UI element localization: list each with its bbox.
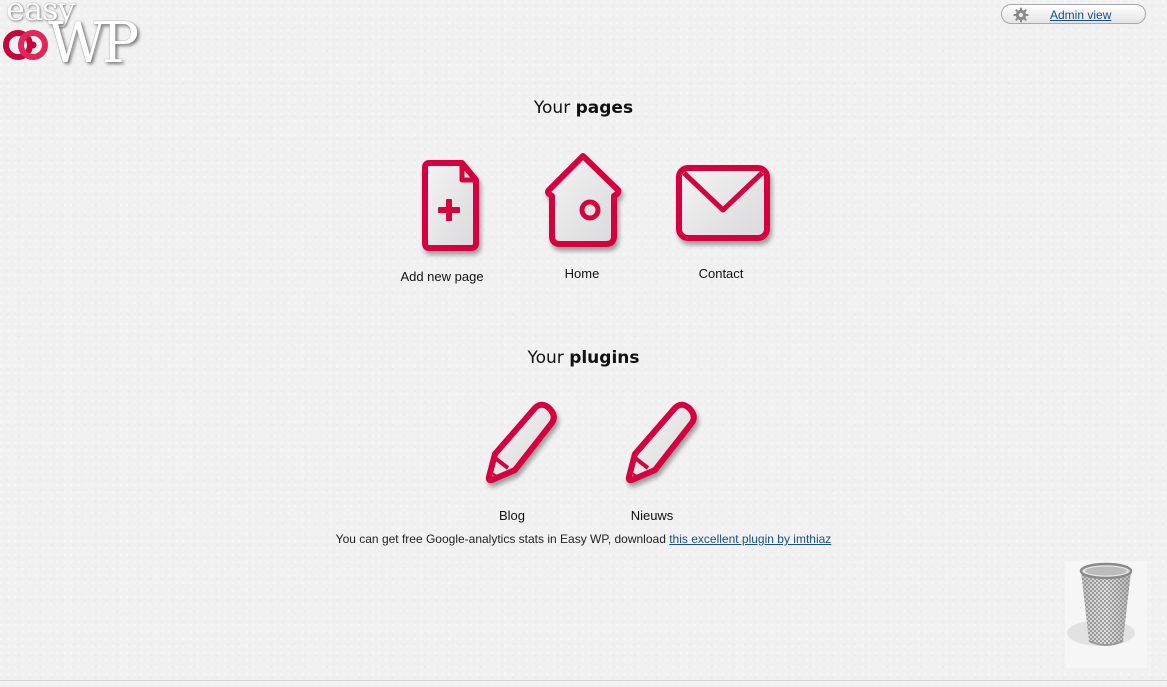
bottom-divider bbox=[0, 680, 1167, 681]
plugins-title-prefix: Your bbox=[527, 348, 564, 368]
page-label-add-new: Add new page bbox=[400, 269, 484, 284]
trash-drop-target[interactable] bbox=[1065, 561, 1147, 668]
page-tile-contact[interactable]: Contact bbox=[671, 164, 771, 281]
admin-view-link[interactable]: Admin view bbox=[1050, 8, 1111, 22]
analytics-note-text: You can get free Google-analytics stats … bbox=[335, 532, 666, 546]
envelope-icon bbox=[676, 165, 770, 241]
plugins-section-title: Your plugins bbox=[0, 348, 1167, 368]
easywp-logo[interactable]: easy WP bbox=[0, 0, 145, 75]
gear-icon bbox=[1013, 7, 1029, 23]
trash-bin-icon bbox=[1067, 562, 1135, 646]
page-tile-home[interactable]: Home bbox=[532, 152, 632, 281]
house-icon bbox=[545, 153, 622, 247]
plugins-title-bold: plugins bbox=[569, 348, 640, 368]
plugin-label-blog: Blog bbox=[498, 508, 526, 523]
page-tile-add-new[interactable]: Add new page bbox=[392, 158, 492, 284]
logo-rings-icon bbox=[3, 30, 48, 60]
page-label-home: Home bbox=[564, 266, 600, 281]
admin-view-button[interactable]: Admin view bbox=[1001, 4, 1146, 24]
plugin-label-nieuws: Nieuws bbox=[630, 508, 674, 523]
plugin-tile-blog[interactable]: Blog bbox=[462, 398, 562, 523]
logo-wp-text: WP bbox=[48, 11, 139, 76]
plugin-tile-nieuws[interactable]: Nieuws bbox=[602, 398, 702, 523]
page-label-contact: Contact bbox=[698, 266, 744, 281]
pencil-icon bbox=[485, 401, 557, 484]
add-page-icon bbox=[422, 160, 479, 251]
pencil-icon bbox=[625, 401, 697, 484]
pages-section-title: Your pages bbox=[0, 98, 1167, 118]
pages-title-bold: pages bbox=[575, 98, 634, 118]
pages-title-prefix: Your bbox=[533, 98, 571, 118]
analytics-note: You can get free Google-analytics stats … bbox=[0, 532, 1167, 546]
analytics-plugin-link[interactable]: this excellent plugin by imthiaz bbox=[669, 532, 831, 546]
